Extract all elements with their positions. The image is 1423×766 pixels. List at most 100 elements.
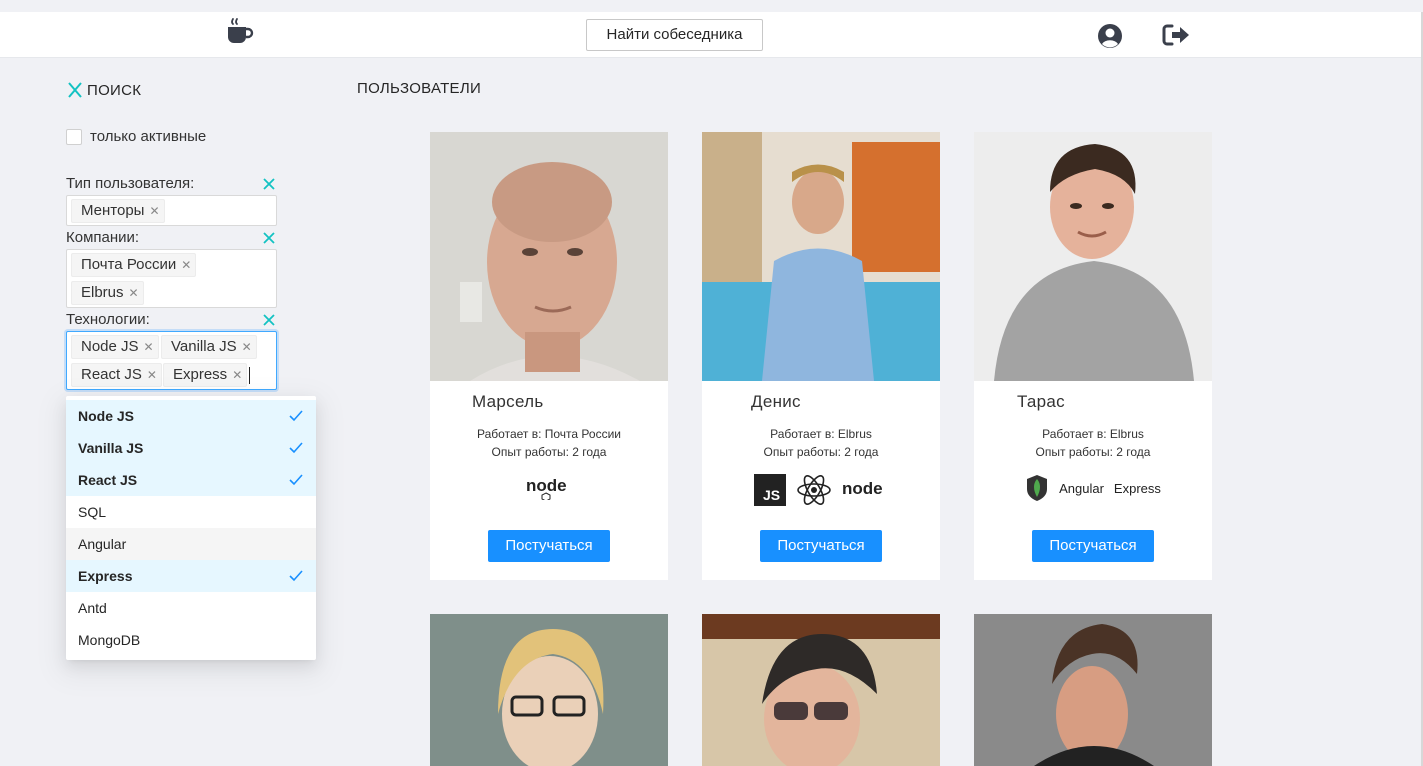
companies-select[interactable]: Почта России ✕ Elbrus ✕: [66, 249, 277, 308]
tag-label: Менторы: [81, 202, 145, 219]
dropdown-option-angular[interactable]: Angular: [66, 528, 316, 560]
user-photo: [974, 614, 1212, 766]
knock-button[interactable]: Постучаться: [488, 530, 610, 562]
only-active-checkbox-row[interactable]: только активные: [66, 128, 206, 145]
svg-text:node: node: [526, 476, 567, 495]
user-card: [974, 614, 1212, 766]
user-works-at: Работает в: Почта России: [477, 427, 621, 441]
tag-remove-icon[interactable]: ✕: [144, 336, 154, 358]
tag-remove-icon[interactable]: ✕: [242, 336, 252, 358]
search-panel-title: ПОИСК: [66, 80, 141, 100]
close-icon[interactable]: [66, 81, 84, 99]
company-tag: Почта России ✕: [71, 253, 197, 277]
knock-button[interactable]: Постучаться: [760, 530, 882, 562]
tag-remove-icon[interactable]: ✕: [147, 364, 157, 386]
user-works-at: Работает в: Elbrus: [770, 427, 872, 441]
app-header: Найти собеседника: [0, 12, 1423, 58]
svg-text:JS: JS: [763, 487, 780, 503]
tag-label: React JS: [81, 366, 142, 383]
user-photo: [702, 614, 940, 766]
users-title: ПОЛЬЗОВАТЕЛИ: [357, 80, 482, 97]
check-icon: [289, 410, 303, 422]
user-experience: Опыт работы: 2 года: [491, 445, 607, 459]
user-photo: [702, 132, 940, 381]
option-label: Vanilla JS: [78, 440, 144, 456]
only-active-label: только активные: [90, 128, 207, 145]
search-title: ПОИСК: [87, 81, 142, 99]
dropdown-option-express[interactable]: Express: [66, 560, 316, 592]
clear-technologies-icon[interactable]: [262, 313, 276, 327]
user-experience: Опыт работы: 2 года: [763, 445, 879, 459]
tag-remove-icon[interactable]: ✕: [129, 282, 139, 304]
nodejs-logo-icon: node: [526, 476, 567, 500]
option-label: Node JS: [78, 408, 135, 424]
user-type-tag: Менторы ✕: [71, 199, 165, 223]
tag-label: Node JS: [81, 338, 139, 355]
option-label: MongoDB: [78, 632, 141, 648]
knock-button[interactable]: Постучаться: [1032, 530, 1154, 562]
technology-tag: React JS ✕: [71, 363, 162, 387]
user-card: Марсель Работает в: Почта России Опыт ра…: [430, 132, 668, 580]
dropdown-option-node-js[interactable]: Node JS: [66, 400, 316, 432]
user-card: Тарас Работает в: Elbrus Опыт работы: 2 …: [974, 132, 1212, 580]
dropdown-option-sql[interactable]: SQL: [66, 496, 316, 528]
dropdown-option-vanilla-js[interactable]: Vanilla JS: [66, 432, 316, 464]
user-experience: Опыт работы: 2 года: [1035, 445, 1151, 459]
option-label: SQL: [78, 504, 107, 520]
tag-label: Почта России: [81, 256, 177, 273]
dropdown-option-mongodb[interactable]: MongoDB: [66, 624, 316, 656]
user-name: Марсель: [472, 392, 544, 411]
check-icon: [289, 474, 303, 486]
user-card: Денис Работает в: Elbrus Опыт работы: 2 …: [702, 132, 940, 580]
tech-text: Angular: [1059, 480, 1104, 496]
tag-label: Express: [173, 366, 228, 383]
companies-label: Компании:: [66, 229, 140, 246]
user-photo: [430, 132, 668, 381]
technology-tag: Vanilla JS ✕: [161, 335, 257, 359]
user-card: [702, 614, 940, 766]
javascript-logo-icon: JS: [754, 474, 786, 506]
option-label: React JS: [78, 472, 138, 488]
top-strip: [0, 0, 1423, 12]
sign-out-icon[interactable]: [1162, 23, 1190, 47]
user-photo: [974, 132, 1212, 381]
clear-companies-icon[interactable]: [262, 231, 276, 245]
tech-icons: JS node: [702, 474, 940, 506]
tech-icons: Angular Express: [974, 474, 1212, 502]
company-tag: Elbrus ✕: [71, 281, 144, 305]
technology-tag: Express ✕: [163, 363, 248, 387]
react-logo-icon: [797, 475, 831, 505]
technologies-select[interactable]: Node JS ✕ Vanilla JS ✕ React JS ✕ Express ✕: [66, 331, 277, 390]
tag-remove-icon[interactable]: ✕: [149, 200, 159, 222]
technologies-dropdown: Node JS Vanilla JS React JS SQL Angular …: [66, 396, 316, 660]
user-card: [430, 614, 668, 766]
option-label: Express: [78, 568, 133, 584]
dropdown-option-antd[interactable]: Antd: [66, 592, 316, 624]
user-type-select[interactable]: Менторы ✕: [66, 195, 277, 226]
tech-text: Express: [1113, 480, 1161, 496]
option-label: Antd: [78, 600, 107, 616]
check-icon: [289, 570, 303, 582]
text-caret: [249, 367, 250, 384]
tag-label: Elbrus: [81, 284, 124, 301]
dropdown-option-react-js[interactable]: React JS: [66, 464, 316, 496]
user-name: Денис: [751, 392, 801, 411]
user-name: Тарас: [1017, 392, 1065, 411]
tag-label: Vanilla JS: [171, 338, 237, 355]
nodejs-logo-icon: node: [842, 479, 883, 498]
tag-remove-icon[interactable]: ✕: [181, 254, 191, 276]
user-circle-icon[interactable]: [1097, 23, 1123, 49]
option-label: Angular: [78, 536, 127, 552]
user-photo: [430, 614, 668, 766]
coffee-cup-icon[interactable]: [224, 17, 254, 47]
find-partner-button[interactable]: Найти собеседника: [586, 19, 763, 51]
only-active-checkbox[interactable]: [66, 128, 82, 145]
technology-tag: Node JS ✕: [71, 335, 159, 359]
user-works-at: Работает в: Elbrus: [1042, 427, 1144, 441]
svg-text:node: node: [842, 479, 883, 498]
user-type-label: Тип пользователя:: [66, 175, 195, 192]
clear-user-type-icon[interactable]: [262, 177, 276, 191]
tech-icons: node: [430, 474, 668, 500]
technologies-label: Технологии:: [66, 311, 150, 328]
tag-remove-icon[interactable]: ✕: [232, 364, 242, 386]
